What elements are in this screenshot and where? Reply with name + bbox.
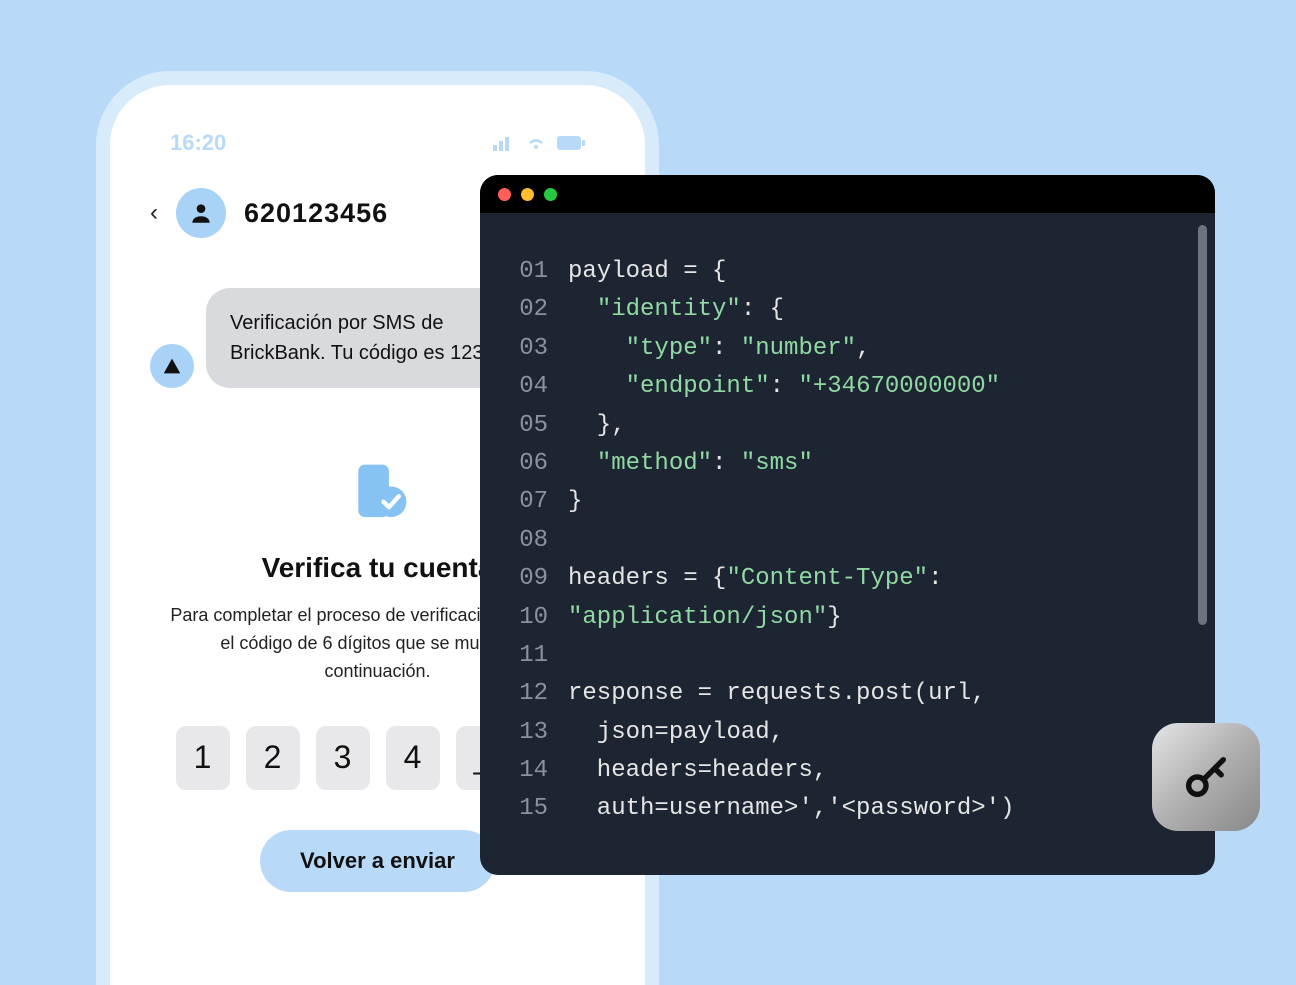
line-number: 04 xyxy=(500,368,548,406)
code-line: 08 xyxy=(500,522,1190,560)
otp-digit-4[interactable]: 4 xyxy=(386,726,440,790)
contact-avatar[interactable] xyxy=(176,188,226,238)
window-titlebar xyxy=(480,175,1215,213)
otp-digit-3[interactable]: 3 xyxy=(316,726,370,790)
phone-time: 16:20 xyxy=(170,130,226,156)
line-number: 05 xyxy=(500,407,548,445)
key-tile[interactable] xyxy=(1152,723,1260,831)
code-text: payload = { xyxy=(548,253,1190,291)
code-text: } xyxy=(548,483,1190,521)
sender-avatar xyxy=(150,344,194,388)
code-line: 07} xyxy=(500,483,1190,521)
code-text: response = requests.post(url, xyxy=(548,675,1190,713)
code-text: json=payload, xyxy=(548,714,1190,752)
contact-number: 620123456 xyxy=(244,198,388,229)
otp-digit-1[interactable]: 1 xyxy=(176,726,230,790)
code-line: 10"application/json"} xyxy=(500,599,1190,637)
battery-icon xyxy=(557,136,585,150)
code-line: 04 "endpoint": "+34670000000" xyxy=(500,368,1190,406)
line-number: 03 xyxy=(500,330,548,368)
signal-icon xyxy=(493,135,515,151)
line-number: 12 xyxy=(500,675,548,713)
resend-button[interactable]: Volver a enviar xyxy=(260,830,495,892)
wifi-icon xyxy=(525,135,547,151)
code-text xyxy=(548,522,1190,560)
line-number: 09 xyxy=(500,560,548,598)
line-number: 01 xyxy=(500,253,548,291)
line-number: 06 xyxy=(500,445,548,483)
code-editor-window: 01payload = {02 "identity": {03 "type": … xyxy=(480,175,1215,875)
window-maximize-icon[interactable] xyxy=(544,188,557,201)
code-text xyxy=(548,637,1190,675)
code-text: "application/json"} xyxy=(548,599,1190,637)
back-icon[interactable]: ‹ xyxy=(150,199,158,227)
otp-digit-2[interactable]: 2 xyxy=(246,726,300,790)
code-line: 12response = requests.post(url, xyxy=(500,675,1190,713)
code-text: "type": "number", xyxy=(548,330,1190,368)
code-line: 13 json=payload, xyxy=(500,714,1190,752)
phone-status-icons xyxy=(493,135,585,151)
code-line: 05 }, xyxy=(500,407,1190,445)
window-minimize-icon[interactable] xyxy=(521,188,534,201)
window-close-icon[interactable] xyxy=(498,188,511,201)
code-text: auth=username>','<password>') xyxy=(548,790,1190,828)
code-line: 01payload = { xyxy=(500,253,1190,291)
code-line: 15 auth=username>','<password>') xyxy=(500,790,1190,828)
line-number: 10 xyxy=(500,599,548,637)
key-icon xyxy=(1180,751,1232,803)
line-number: 08 xyxy=(500,522,548,560)
code-line: 06 "method": "sms" xyxy=(500,445,1190,483)
line-number: 13 xyxy=(500,714,548,752)
code-line: 14 headers=headers, xyxy=(500,752,1190,790)
line-number: 11 xyxy=(500,637,548,675)
code-text: }, xyxy=(548,407,1190,445)
code-line: 11 xyxy=(500,637,1190,675)
scrollbar-thumb[interactable] xyxy=(1198,225,1207,625)
code-text: "method": "sms" xyxy=(548,445,1190,483)
phone-status-bar: 16:20 xyxy=(150,130,605,156)
line-number: 07 xyxy=(500,483,548,521)
line-number: 14 xyxy=(500,752,548,790)
code-line: 02 "identity": { xyxy=(500,291,1190,329)
code-line: 03 "type": "number", xyxy=(500,330,1190,368)
code-text: "endpoint": "+34670000000" xyxy=(548,368,1190,406)
line-number: 15 xyxy=(500,790,548,828)
line-number: 02 xyxy=(500,291,548,329)
code-text: "identity": { xyxy=(548,291,1190,329)
code-body[interactable]: 01payload = {02 "identity": {03 "type": … xyxy=(480,213,1215,829)
code-line: 09headers = {"Content-Type": xyxy=(500,560,1190,598)
code-text: headers = {"Content-Type": xyxy=(548,560,1190,598)
code-text: headers=headers, xyxy=(548,752,1190,790)
